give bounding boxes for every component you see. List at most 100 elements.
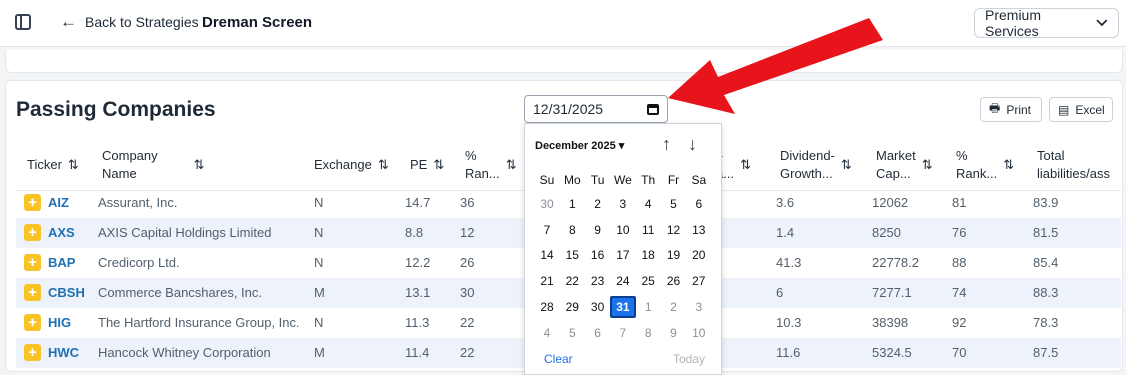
today-button[interactable]: Today <box>673 352 705 366</box>
calendar-day[interactable]: 10 <box>610 219 636 241</box>
ticker-link[interactable]: CBSH <box>48 278 85 308</box>
sort-icon[interactable]: ⇅ <box>506 156 517 174</box>
sort-icon[interactable]: ⇅ <box>378 156 389 174</box>
calendar-day[interactable]: 13 <box>686 219 712 241</box>
sort-icon[interactable]: ⇅ <box>740 156 751 174</box>
sort-icon[interactable]: ⇅ <box>433 156 444 174</box>
ticker-link[interactable]: HIG <box>48 308 71 338</box>
calendar-day[interactable]: 8 <box>559 219 585 241</box>
calendar-day[interactable]: 24 <box>610 270 636 292</box>
ticker-link[interactable]: AIZ <box>48 188 69 218</box>
plus-icon[interactable]: + <box>24 194 41 211</box>
calendar-day[interactable]: 22 <box>559 270 585 292</box>
cell-rank: 30 <box>460 285 475 300</box>
date-input-value: 12/31/2025 <box>533 101 604 117</box>
calendar-day[interactable]: 18 <box>635 244 661 266</box>
calendar-day[interactable]: 17 <box>610 244 636 266</box>
cell-rank: 12 <box>460 225 475 240</box>
plus-icon[interactable]: + <box>24 254 41 271</box>
calendar-day[interactable]: 25 <box>635 270 661 292</box>
column-header[interactable]: Ticker ⇅ <box>27 140 79 190</box>
clear-button[interactable]: Clear <box>544 352 573 366</box>
plus-icon[interactable]: + <box>24 224 41 241</box>
calendar-day[interactable]: 21 <box>534 270 560 292</box>
weekday-label: Th <box>641 173 656 187</box>
plus-icon[interactable]: + <box>24 284 41 301</box>
calendar-day[interactable]: 16 <box>585 244 611 266</box>
calendar-day[interactable]: 1 <box>635 296 661 318</box>
cell-company: Assurant, Inc. <box>98 195 178 210</box>
calendar-day[interactable]: 14 <box>534 244 560 266</box>
cell-liabilities: 87.5 <box>1033 345 1059 360</box>
column-header[interactable]: Dividend- Growth... ⇅ <box>780 140 852 190</box>
calendar-icon[interactable] <box>647 103 659 115</box>
calendar-day[interactable]: 23 <box>585 270 611 292</box>
column-header[interactable]: PE ⇅ <box>410 140 444 190</box>
calendar-day[interactable]: 3 <box>610 193 636 215</box>
calendar-day[interactable]: 19 <box>661 244 687 266</box>
sort-icon[interactable]: ⇅ <box>194 156 205 174</box>
calendar-day[interactable]: 2 <box>661 296 687 318</box>
calendar-day[interactable]: 15 <box>559 244 585 266</box>
print-button[interactable]: 🖶 Print <box>980 97 1042 122</box>
calendar-day[interactable]: 10 <box>686 322 712 344</box>
weekday-label: Fr <box>667 173 680 187</box>
cell-dividend-growth: 41.3 <box>776 255 802 270</box>
back-to-strategies-link[interactable]: ← Back to Strategies <box>60 13 199 30</box>
calendar-day[interactable]: 26 <box>661 270 687 292</box>
column-header[interactable]: Total liabilities/ass <box>1037 140 1110 190</box>
calendar-day[interactable]: 5 <box>559 322 585 344</box>
plus-icon[interactable]: + <box>24 314 41 331</box>
calendar-day[interactable]: 6 <box>585 322 611 344</box>
plus-icon[interactable]: + <box>24 344 41 361</box>
sort-icon[interactable]: ⇅ <box>1003 156 1014 174</box>
arrow-up-icon[interactable]: ↑ <box>662 134 671 154</box>
month-select[interactable]: December 2025 ▾ <box>535 139 624 152</box>
calendar-day[interactable]: 27 <box>686 270 712 292</box>
ticker-link[interactable]: HWC <box>48 338 79 368</box>
sort-icon[interactable]: ⇅ <box>68 156 79 174</box>
calendar-day[interactable]: 31 <box>609 295 636 318</box>
sidebar-toggle-icon[interactable] <box>15 14 31 30</box>
sort-icon[interactable]: ⇅ <box>841 156 852 174</box>
column-header[interactable]: Company Name ⇅ <box>102 140 205 190</box>
calendar-day[interactable]: 9 <box>585 219 611 241</box>
calendar-day[interactable]: 29 <box>559 296 585 318</box>
calendar-day[interactable]: 20 <box>686 244 712 266</box>
calendar-day[interactable]: 7 <box>534 219 560 241</box>
sort-icon[interactable]: ⇅ <box>922 156 933 174</box>
column-header-label: Dividend- Growth... <box>780 148 835 181</box>
calendar-day[interactable]: 1 <box>559 193 585 215</box>
ticker-link[interactable]: BAP <box>48 248 75 278</box>
calendar-day[interactable]: 4 <box>534 322 560 344</box>
calendar-day[interactable]: 12 <box>661 219 687 241</box>
calendar-day[interactable]: 28 <box>534 296 560 318</box>
calendar-day[interactable]: 30 <box>534 193 560 215</box>
premium-services-button[interactable]: Premium Services <box>974 7 1119 39</box>
calendar-day[interactable]: 30 <box>585 296 611 318</box>
calendar-day[interactable]: 8 <box>635 322 661 344</box>
calendar-day[interactable]: 2 <box>585 193 611 215</box>
calendar-day[interactable]: 6 <box>686 193 712 215</box>
column-header[interactable]: % Ran... ⇅ <box>465 140 517 190</box>
ticker-link[interactable]: AXS <box>48 218 75 248</box>
excel-button[interactable]: ▤ Excel <box>1049 97 1113 122</box>
cell-pe: 12.2 <box>405 255 431 270</box>
date-input[interactable]: 12/31/2025 <box>524 95 668 123</box>
calendar-day[interactable]: 9 <box>661 322 687 344</box>
calendar-day[interactable]: 7 <box>610 322 636 344</box>
calendar-day[interactable]: 4 <box>635 193 661 215</box>
calendar-day[interactable]: 5 <box>661 193 687 215</box>
cell-exchange: N <box>314 315 324 330</box>
column-header[interactable]: Market Cap... ⇅ <box>876 140 933 190</box>
section-title: Passing Companies <box>16 98 216 121</box>
column-header[interactable]: % Rank... ⇅ <box>956 140 1014 190</box>
calendar-day[interactable]: 3 <box>686 296 712 318</box>
cell-exchange: N <box>314 255 324 270</box>
weekday-label: We <box>613 173 632 187</box>
calendar-day[interactable]: 11 <box>635 219 661 241</box>
column-header[interactable]: Exchange ⇅ <box>314 140 389 190</box>
arrow-down-icon[interactable]: ↓ <box>688 134 697 154</box>
print-label: Print <box>1006 102 1032 117</box>
column-header-label: Total liabilities/ass <box>1037 148 1110 181</box>
